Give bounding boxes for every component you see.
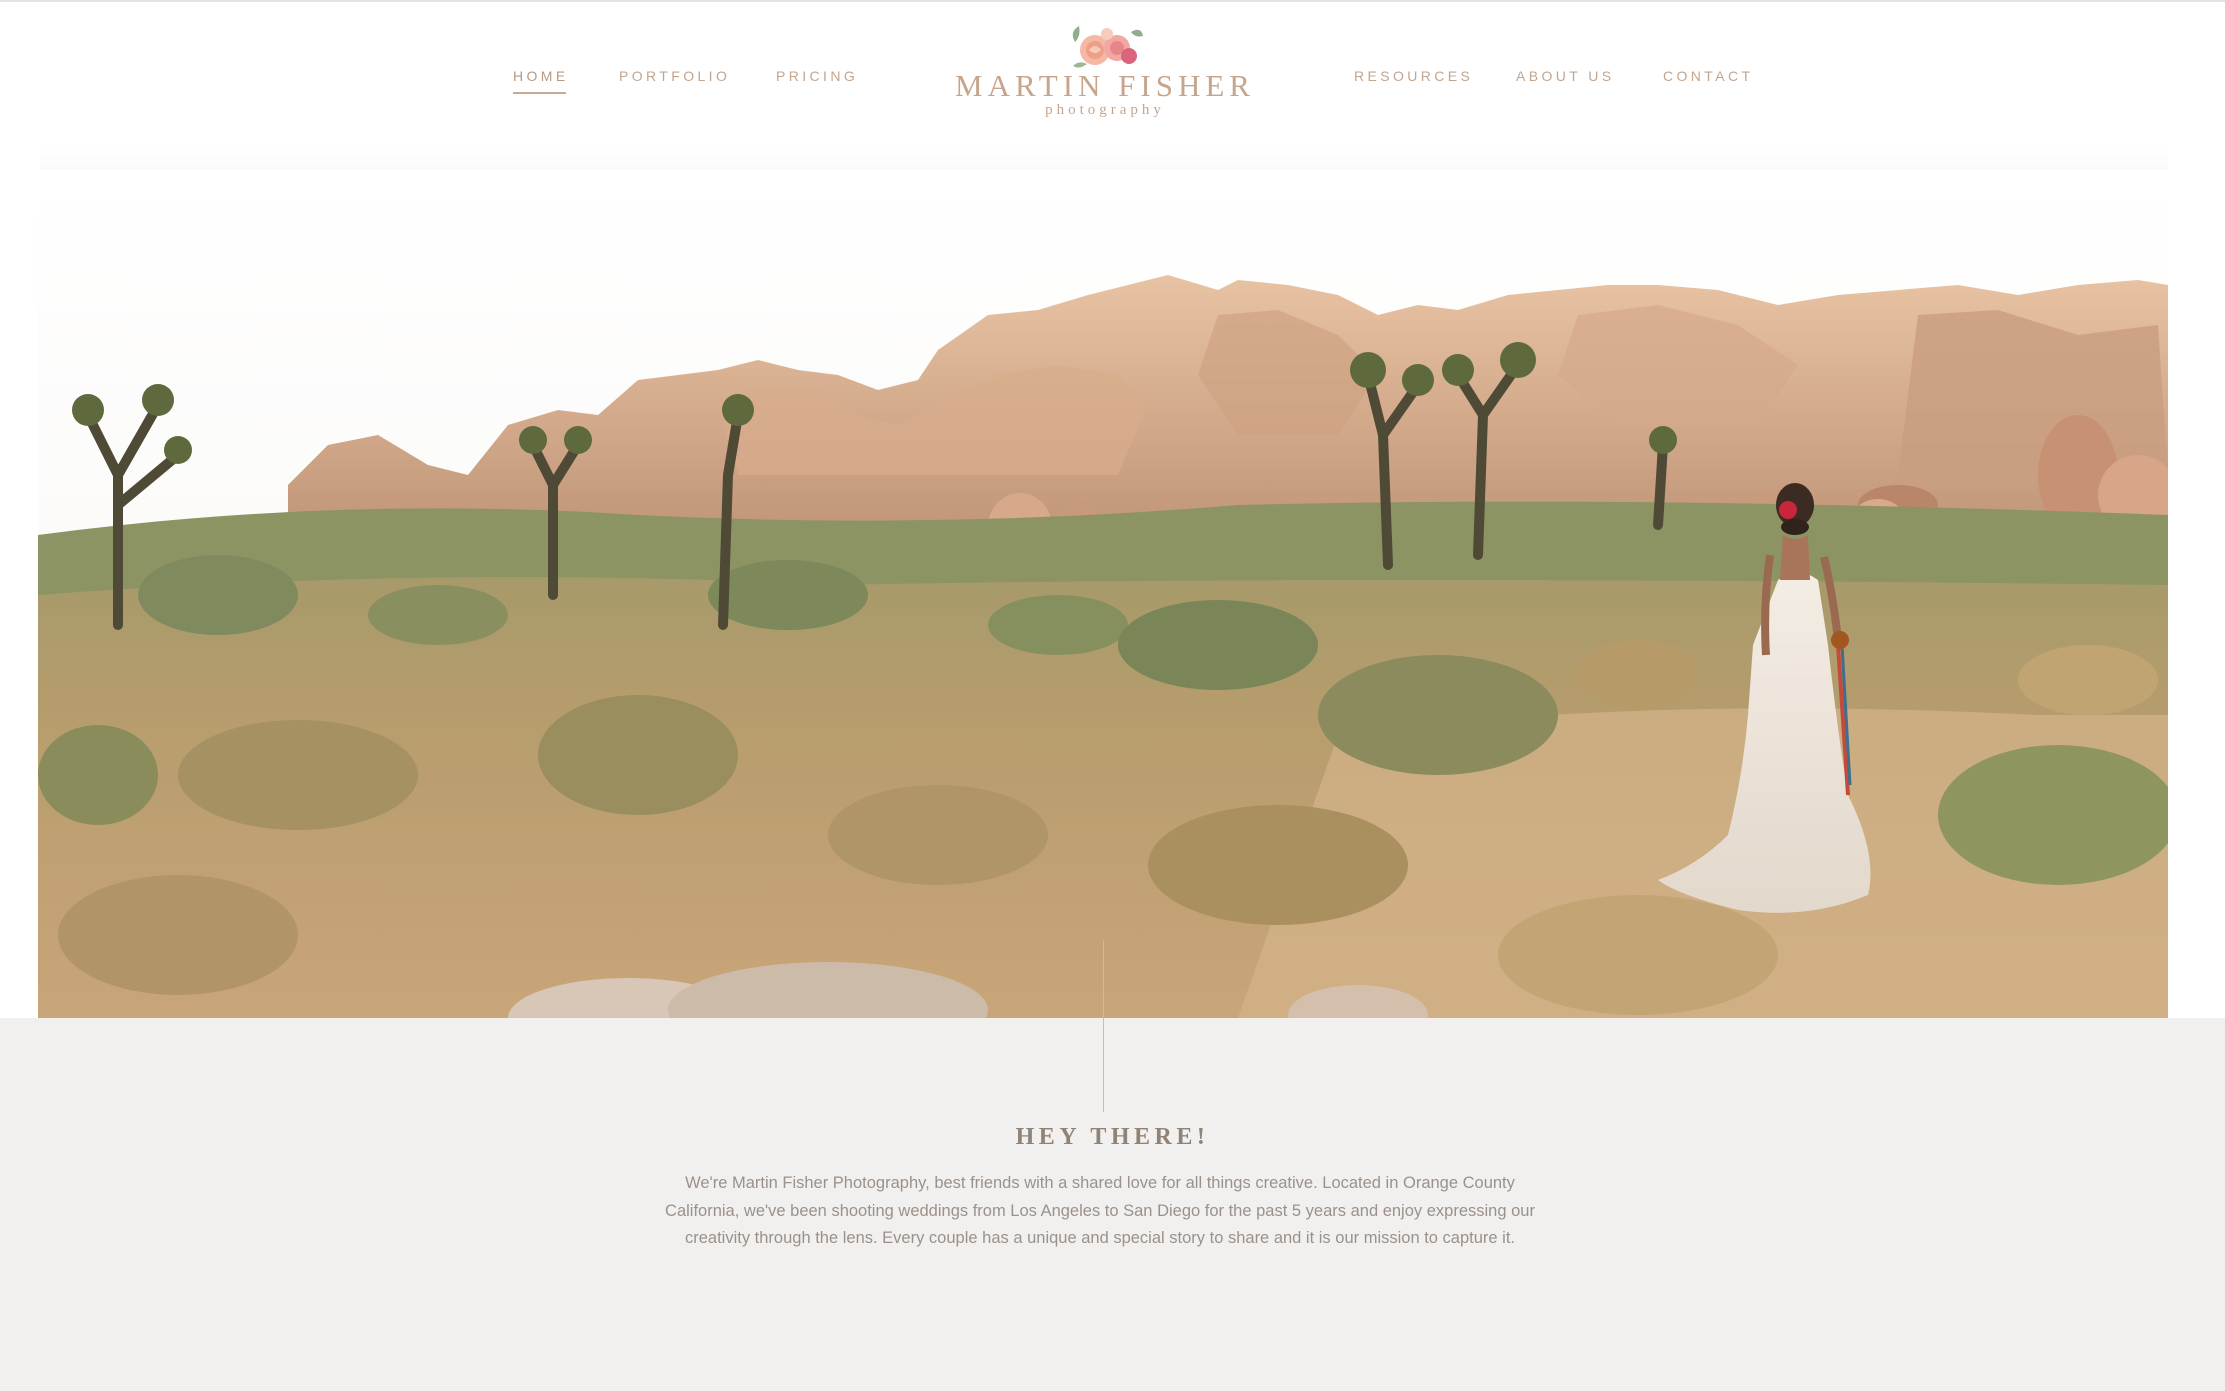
about-section: HEY THERE! We're Martin Fisher Photograp…: [0, 940, 2225, 1391]
logo-subtitle: photography: [1045, 102, 1165, 118]
nav-pricing[interactable]: PRICING: [776, 68, 858, 84]
logo-title: MARTIN FISHER: [955, 68, 1255, 103]
site-header: HOME PORTFOLIO PRICING MARTIN FISHER pho…: [0, 0, 2225, 150]
header-divider: [40, 148, 2168, 170]
bride-in-desert-photo: [38, 175, 2168, 1018]
nav-about-us[interactable]: ABOUT US: [1516, 68, 1615, 84]
nav-home[interactable]: HOME: [513, 68, 569, 94]
about-text: We're Martin Fisher Photography, best fr…: [665, 1174, 1535, 1247]
section-divider-line: [1103, 940, 1104, 1112]
site-logo[interactable]: MARTIN FISHER photography: [940, 20, 1270, 130]
nav-resources[interactable]: RESOURCES: [1354, 68, 1473, 84]
hero-image: [38, 175, 2168, 1018]
about-heading: HEY THERE!: [1015, 1124, 1210, 1150]
nav-contact[interactable]: CONTACT: [1663, 68, 1753, 84]
flower-bouquet-icon: [1072, 26, 1143, 68]
nav-portfolio[interactable]: PORTFOLIO: [619, 68, 730, 84]
